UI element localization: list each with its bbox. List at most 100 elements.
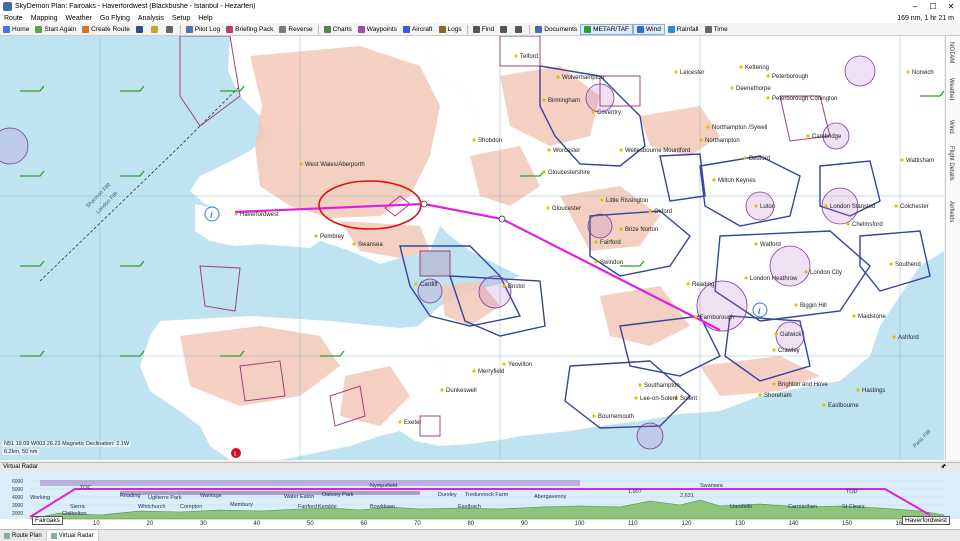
find-button[interactable]: Find xyxy=(470,24,498,35)
menu-weather[interactable]: Weather xyxy=(62,15,96,22)
side-tab-wind[interactable]: Wind xyxy=(948,120,954,134)
side-tab-airfields[interactable]: Airfields xyxy=(948,201,954,222)
place-label: Northampton xyxy=(705,138,740,144)
altitude-label: 3000 xyxy=(12,503,23,509)
wind-button[interactable]: Wind xyxy=(633,23,665,35)
place-label: Watford xyxy=(760,242,781,248)
menu-go-flying[interactable]: Go Flying xyxy=(96,15,134,22)
waypoints-button[interactable]: Waypoints xyxy=(355,24,400,35)
toolbar-separator xyxy=(466,24,468,34)
metar-taf-button[interactable]: METAR/TAF xyxy=(580,23,634,35)
charts-button[interactable]: Charts xyxy=(321,24,355,35)
close-button[interactable]: ✕ xyxy=(942,0,960,13)
reverse-button[interactable]: Reverse xyxy=(276,24,315,35)
toolbar-separator xyxy=(529,24,531,34)
place-label: Brize Norton xyxy=(625,227,658,233)
side-tab-notam[interactable]: NOTAM xyxy=(948,42,954,63)
place-dot xyxy=(694,315,698,319)
menu-analysis[interactable]: Analysis xyxy=(134,15,168,22)
distance-tick: 140 xyxy=(788,521,799,527)
toolbar-label: Time xyxy=(713,25,728,33)
place-label: Gatwick xyxy=(780,332,802,338)
place-dot xyxy=(502,284,506,288)
place-dot xyxy=(648,209,652,213)
radar-profile-label: Carmarthen xyxy=(788,504,817,510)
fir-boundary-line xyxy=(39,145,181,282)
radar-profile-label: Sierra xyxy=(70,504,86,510)
toolbar: Home Start Again Create Route Pilot Log Brie… xyxy=(0,23,960,36)
route-summary: 169 nm, 1 hr 21 m xyxy=(897,14,954,22)
logs-button[interactable]: Logs xyxy=(436,24,465,35)
zoom-in-icon xyxy=(500,25,508,33)
place-dot xyxy=(398,420,402,424)
radar-profile-label: Chilbolton xyxy=(62,511,86,517)
maximize-button[interactable]: ☐ xyxy=(924,0,942,13)
home-button[interactable]: Home xyxy=(0,24,32,35)
time-button[interactable]: Time xyxy=(702,24,731,35)
map-view[interactable]: Shannon FIR London FIR Paris FIR Telford… xyxy=(0,36,944,460)
place-dot xyxy=(743,156,747,160)
radar-profile-label: Whitchurch xyxy=(138,504,166,510)
place-label: Northampton /Sywell xyxy=(712,125,767,131)
zoom-out-button[interactable] xyxy=(512,24,527,35)
menu-help[interactable]: Help xyxy=(194,15,216,22)
zoom-in-button[interactable] xyxy=(497,24,512,35)
place-dot xyxy=(600,198,604,202)
place-label: London Heathrow xyxy=(750,276,798,282)
svg-text:!: ! xyxy=(234,452,236,458)
place-dot xyxy=(824,204,828,208)
save-button[interactable] xyxy=(133,24,148,35)
aircraft-button[interactable]: Aircraft xyxy=(400,24,436,35)
altitude-label: 2000 xyxy=(12,511,23,517)
documents-button[interactable]: Documents xyxy=(532,24,580,35)
menu-mapping[interactable]: Mapping xyxy=(27,15,62,22)
place-dot xyxy=(699,138,703,142)
place-dot xyxy=(754,242,758,246)
briefing-pack-button[interactable]: Briefing Pack xyxy=(223,24,276,35)
place-label: Lee-on-Solent xyxy=(640,396,678,402)
window-title: SkyDemon Plan: Fairoaks - Haverfordwest … xyxy=(15,3,256,10)
pilot-log-button[interactable]: Pilot Log xyxy=(183,24,223,35)
altitude-label: 4000 xyxy=(12,495,23,501)
side-tab-weather[interactable]: Weather xyxy=(948,78,954,101)
info-icon-2: i xyxy=(752,302,768,318)
place-dot xyxy=(594,260,598,264)
virtual-radar-panel[interactable]: TOC Reading Wantage Membury Water Eaton Oakse… xyxy=(0,471,960,529)
chart-map[interactable]: Shannon FIR London FIR Paris FIR Telford… xyxy=(0,36,944,460)
tab-virtual-radar[interactable]: Virtual Radar xyxy=(46,530,99,541)
place-label: Kettering xyxy=(745,65,769,71)
bottom-tabs: Route Plan Virtual Radar xyxy=(0,529,960,541)
place-dot xyxy=(472,369,476,373)
radar-profile-label: TOC xyxy=(80,485,92,491)
place-dot xyxy=(856,388,860,392)
virtual-radar-icon xyxy=(50,532,57,539)
undo-button[interactable] xyxy=(163,24,178,35)
menu-route[interactable]: Route xyxy=(0,15,27,22)
open-button[interactable] xyxy=(148,24,163,35)
place-dot xyxy=(619,227,623,231)
place-dot xyxy=(591,110,595,114)
start-again-button[interactable]: Start Again xyxy=(32,24,79,35)
place-label: Deenethorpe xyxy=(736,86,771,92)
place-dot xyxy=(739,65,743,69)
place-dot xyxy=(634,396,638,400)
menu-setup[interactable]: Setup xyxy=(168,15,194,22)
distance-tick: 130 xyxy=(735,521,746,527)
radar-profile-label: Wantage xyxy=(200,493,222,499)
elevation-label: 2,631 xyxy=(680,493,694,499)
minimize-button[interactable]: – xyxy=(906,0,924,13)
place-dot xyxy=(712,178,716,182)
tab-route-plan[interactable]: Route Plan xyxy=(0,530,47,541)
place-label: Peterborough xyxy=(772,74,808,80)
create-route-button[interactable]: Create Route xyxy=(79,24,133,35)
undo-icon xyxy=(165,25,173,33)
radar-profile-label: Kemble xyxy=(318,504,337,510)
toolbar-label: Start Again xyxy=(44,25,77,33)
radar-profile-label: Working xyxy=(30,495,50,501)
radar-profile-label: Water Eaton xyxy=(284,494,314,500)
place-label: Worcester xyxy=(553,148,580,154)
side-tab-flight-details[interactable]: Flight Details xyxy=(948,146,954,181)
place-dot xyxy=(766,74,770,78)
rainfall-button[interactable]: Rainfall xyxy=(665,24,702,35)
toolbar-label: Create Route xyxy=(91,25,130,33)
